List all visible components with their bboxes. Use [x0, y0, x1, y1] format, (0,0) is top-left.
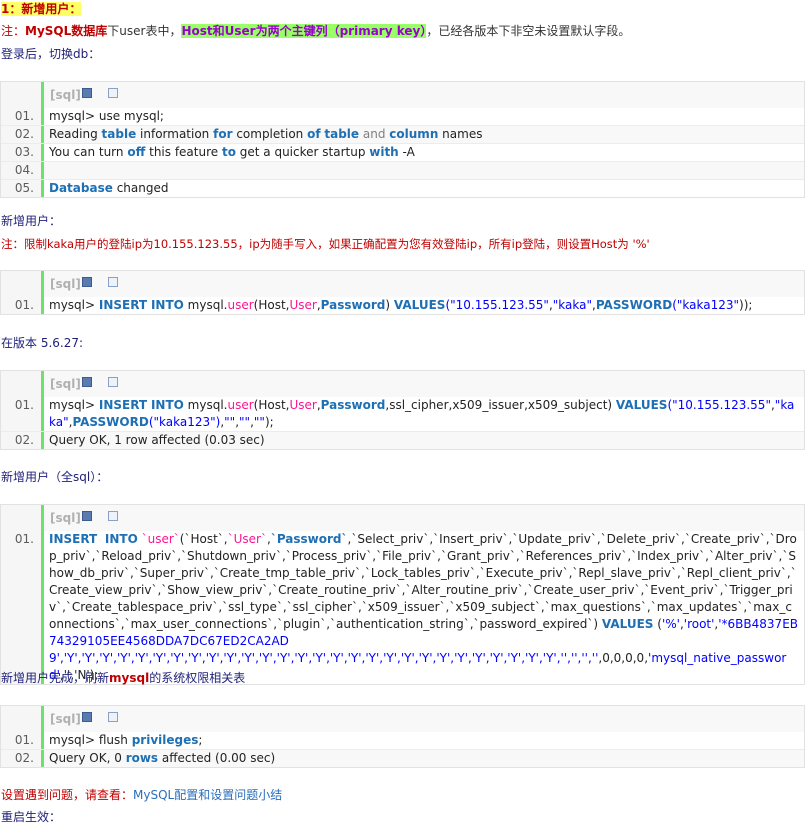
code-line: 02. Query OK, 1 row affected (0.03 sec)	[1, 431, 804, 449]
note-mid-text: 下user表中，	[107, 24, 182, 38]
problem-note: 设置遇到问题，请查看：MySQL配置和设置问题小结	[1, 786, 282, 804]
refresh-suffix: 的系统权限相关表	[149, 671, 246, 685]
line-number: 02.	[14, 433, 34, 447]
code-line: 04. ​	[1, 161, 804, 179]
code-text: ​	[41, 162, 804, 179]
view-plain-icon[interactable]	[82, 88, 92, 98]
copy-code-icon[interactable]	[108, 377, 118, 387]
code-text: Query OK, 0 rows affected (0.00 sec)	[41, 750, 804, 767]
copy-code-icon[interactable]	[108, 277, 118, 287]
code-language-tag: [sql]	[50, 277, 81, 291]
line-number: 04.	[14, 163, 34, 177]
code-language-tag: [sql]	[50, 511, 81, 525]
refresh-prefix: 新增用户完成，刷新	[1, 671, 110, 685]
note-highlight: Host和User为两个主键列（primary key）	[181, 24, 427, 38]
line-number: 01.	[14, 298, 34, 312]
code-line: 02. Reading table information for comple…	[1, 125, 804, 143]
line-number: 03.	[14, 145, 34, 159]
version-note: 在版本 5.6.27:	[1, 336, 84, 350]
code-block-header: [sql]	[41, 706, 804, 732]
copy-code-icon[interactable]	[108, 511, 118, 521]
note-prefix: 注：	[1, 24, 26, 38]
code-text: mysql> use mysql;	[41, 108, 804, 125]
refresh-mysql: mysql	[109, 671, 150, 685]
code-line: 01. mysql> flush privileges;	[1, 732, 804, 749]
code-block-use-mysql: [sql] 01. mysql> use mysql; 02. Reading …	[0, 81, 805, 198]
code-text: Reading table information for completion…	[41, 126, 804, 143]
line-number: 01.	[14, 532, 34, 546]
code-block-header: [sql]	[41, 505, 804, 531]
code-language-tag: [sql]	[50, 88, 81, 102]
code-block-insert-user-5627: [sql] 01. mysql> INSERT INTO mysql.user(…	[0, 370, 805, 450]
code-text: Database changed	[41, 180, 804, 197]
code-text: mysql> INSERT INTO mysql.user(Host,User,…	[41, 297, 804, 314]
add-user-label: 新增用户：	[1, 214, 62, 228]
mysql-config-link[interactable]: MySQL配置和设置问题小结	[133, 788, 282, 802]
code-line: 01. mysql> use mysql;	[1, 108, 804, 125]
code-line: 02. Query OK, 0 rows affected (0.00 sec)	[1, 749, 804, 767]
code-line: 01. INSERT INTO `user`(`Host`,`User`,`Pa…	[1, 531, 804, 684]
code-text: mysql> flush privileges;	[41, 732, 804, 749]
code-line: 03. You can turn off this feature to get…	[1, 143, 804, 161]
code-language-tag: [sql]	[50, 712, 81, 726]
code-block-insert-user: [sql] 01. mysql> INSERT INTO mysql.user(…	[0, 270, 805, 315]
code-text: INSERT INTO `user`(`Host`,`User`,`Passwo…	[41, 531, 804, 684]
full-sql-label: 新增用户（全sql）：	[1, 470, 109, 484]
note-primary-key: 注：MySQL数据库下user表中，Host和User为两个主键列（primar…	[1, 22, 630, 40]
view-plain-icon[interactable]	[82, 511, 92, 521]
code-block-flush: [sql] 01. mysql> flush privileges; 02. Q…	[0, 705, 805, 768]
code-text: mysql> INSERT INTO mysql.user(Host,User,…	[41, 397, 804, 431]
code-text: You can turn off this feature to get a q…	[41, 144, 804, 161]
refresh-note: 新增用户完成，刷新mysql的系统权限相关表	[1, 669, 245, 687]
view-plain-icon[interactable]	[82, 377, 92, 387]
view-plain-icon[interactable]	[82, 277, 92, 287]
line-number: 05.	[14, 181, 34, 195]
restart-note: 重启生效：	[1, 810, 62, 824]
copy-code-icon[interactable]	[108, 88, 118, 98]
code-line: 01. mysql> INSERT INTO mysql.user(Host,U…	[1, 397, 804, 431]
line-number: 02.	[14, 127, 34, 141]
line-number: 01.	[14, 109, 34, 123]
code-block-header: [sql]	[41, 371, 804, 397]
line-number: 01.	[14, 733, 34, 747]
code-line: 05. Database changed	[1, 179, 804, 197]
note-host-restriction: 注：限制kaka用户的登陆ip为10.155.123.55，ip为随手写入，如果…	[1, 237, 650, 251]
code-block-full-sql: [sql] 01. INSERT INTO `user`(`Host`,`Use…	[0, 504, 805, 685]
heading-text: 1：新增用户：	[1, 2, 82, 16]
code-language-tag: [sql]	[50, 377, 81, 391]
note-suffix: ，已经各版本下非空未设置默认字段。	[426, 24, 631, 38]
code-line: 01. mysql> INSERT INTO mysql.user(Host,U…	[1, 297, 804, 314]
code-block-header: [sql]	[41, 82, 804, 108]
login-note: 登录后，切换db：	[1, 47, 101, 61]
line-number: 02.	[14, 751, 34, 765]
section-heading: 1：新增用户：	[1, 0, 82, 18]
copy-code-icon[interactable]	[108, 712, 118, 722]
note-db-name: MySQL数据库	[25, 24, 108, 38]
line-number: 01.	[14, 398, 34, 412]
code-block-header: [sql]	[41, 271, 804, 297]
view-plain-icon[interactable]	[82, 712, 92, 722]
problem-prefix: 设置遇到问题，请查看：	[1, 788, 134, 802]
code-text: Query OK, 1 row affected (0.03 sec)	[41, 432, 804, 449]
